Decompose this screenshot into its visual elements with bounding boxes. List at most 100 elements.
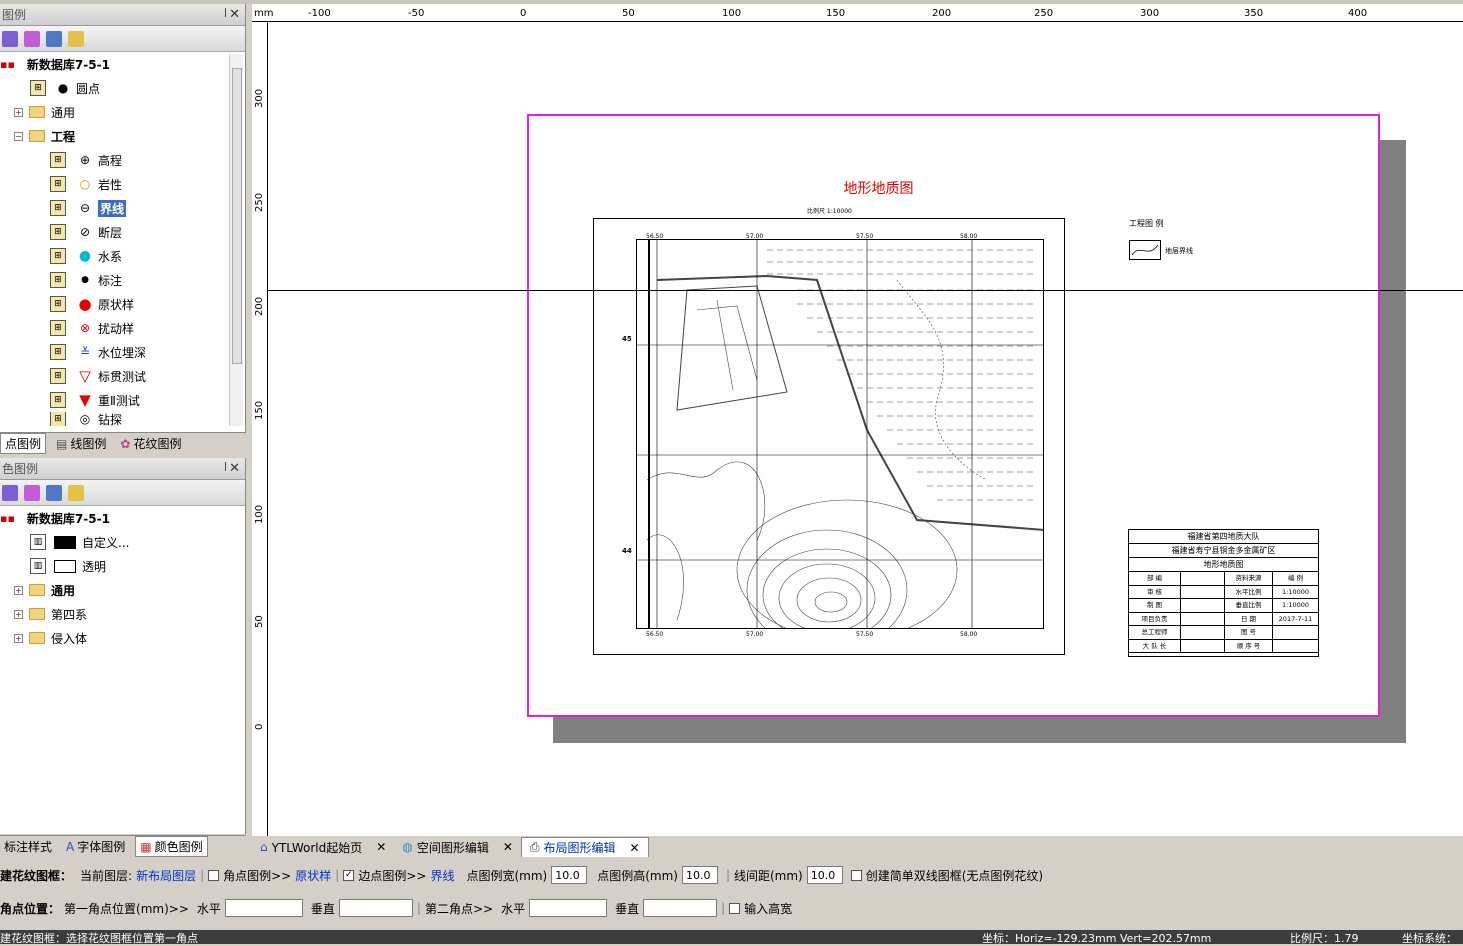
edit-legend-icon[interactable]	[24, 484, 40, 501]
tree-item-transparent[interactable]: ▥ 透明	[30, 556, 106, 576]
tree-item-label[interactable]: ⊞ ● 标注	[50, 270, 122, 290]
layout-canvas[interactable]: 地形地质图 比例尺 1:10000 56.50 57.00 57.50 58.0…	[268, 22, 1463, 836]
grid-label: 56.50	[646, 233, 664, 240]
folder-icon	[29, 632, 45, 644]
title-block-map-name: 地形地质图	[1129, 558, 1318, 572]
expand-icon[interactable]: +	[14, 107, 23, 117]
label: 水位埋深	[98, 345, 147, 360]
tree-item-elevation[interactable]: ⊞ ⊕ 高程	[50, 150, 122, 170]
scrollbar-thumb[interactable]	[232, 68, 242, 364]
tree-root[interactable]: ▪▪ 新数据库7-5-1	[0, 508, 110, 528]
tab-annotation-style[interactable]: 标注样式	[0, 837, 56, 856]
tree-item-dot[interactable]: ⊞ ● 圆点	[30, 78, 100, 98]
tree-item-undisturbed[interactable]: ⊞ ● 原状样	[50, 294, 134, 314]
tree-folder-general[interactable]: + 通用	[14, 102, 75, 122]
color-legend-tree: ▪▪ 新数据库7-5-1 ▥ 自定义... ▥ 透明 + 通用 + 第四系 + 侵入体	[0, 506, 245, 826]
properties-icon[interactable]	[46, 30, 62, 47]
tab-pattern-legend[interactable]: ✿ 花纹图例	[116, 434, 185, 453]
second-h-input[interactable]	[529, 899, 608, 917]
width-input[interactable]	[551, 866, 588, 884]
title-block-project: 福建省寿宁县铜金多金属矿区	[1129, 544, 1318, 558]
tick-label: 400	[1348, 8, 1368, 19]
tree-item-fault[interactable]: ⊞ ⊘ 断层	[50, 222, 122, 242]
tick-label: -50	[408, 8, 425, 19]
tab-point-legend[interactable]: 点图例	[0, 433, 47, 454]
add-legend-icon[interactable]	[2, 484, 18, 501]
expand-icon[interactable]: +	[14, 585, 23, 595]
tick-label: 100	[254, 504, 265, 524]
tick-label: 250	[1034, 8, 1054, 19]
tab-start-page[interactable]: ⌂ YTLWorld起始页 ✕	[252, 837, 394, 857]
first-h-input[interactable]	[224, 899, 303, 917]
close-icon[interactable]: ✕	[630, 841, 640, 855]
font-icon: A	[66, 839, 75, 854]
line-gap-label: 线间距(mm)	[734, 868, 803, 883]
properties-icon[interactable]	[46, 484, 62, 501]
expand-icon[interactable]: +	[14, 609, 23, 619]
corner-legend-checkbox[interactable]	[208, 869, 220, 881]
tree-folder-general[interactable]: + 通用	[14, 580, 75, 600]
folder-icon[interactable]	[68, 30, 84, 47]
legend-item-icon: ⊞	[50, 320, 66, 336]
tree-item-boundary[interactable]: ⊞ ⊖ 界线	[50, 198, 127, 218]
tree-item-lithology[interactable]: ⊞ ○ 岩性	[50, 174, 122, 194]
tree-root[interactable]: ▪▪ 新数据库7-5-1	[0, 54, 110, 74]
tree-item-custom[interactable]: ▥ 自定义...	[30, 532, 129, 552]
edge-legend-value[interactable]: 界线	[430, 867, 454, 884]
tree-item-water-depth[interactable]: ⊞ ≚ 水位埋深	[50, 342, 146, 362]
tree-item-drill[interactable]: ⊞ ◎ 钻探	[50, 412, 122, 426]
close-icon[interactable]: ✕	[503, 840, 513, 854]
database-icon: ▪▪	[0, 511, 15, 525]
label: 断层	[98, 225, 123, 240]
close-icon[interactable]: ✕	[376, 840, 386, 854]
input-wh-checkbox[interactable]	[729, 902, 741, 914]
title-block-cell: 总工程师	[1129, 626, 1181, 639]
title-block-cell: 2017-7-11	[1278, 614, 1313, 623]
tick-label: 100	[722, 8, 742, 19]
cyan-dot-icon: ●	[78, 248, 92, 264]
current-layer-label: 当前图层:	[80, 868, 133, 883]
pin-icon[interactable]: ꟾ	[224, 463, 227, 474]
tree-folder-quaternary[interactable]: + 第四系	[14, 604, 87, 624]
tree-folder-intrusive[interactable]: + 侵入体	[14, 628, 87, 648]
grid-label: 56.50	[646, 631, 664, 638]
tab-color-legend[interactable]: ▦ 颜色图例	[135, 836, 208, 857]
folder-icon[interactable]	[68, 484, 84, 501]
height-input[interactable]	[681, 866, 718, 884]
edit-legend-icon[interactable]	[24, 30, 40, 47]
tree-item-spt[interactable]: ⊞ ▽ 标贯测试	[50, 366, 146, 386]
tree-item-water[interactable]: ⊞ ● 水系	[50, 246, 122, 266]
tab-layout-edit[interactable]: ⎙ 布局图形编辑 ✕	[520, 837, 649, 857]
line-gap-input[interactable]	[806, 866, 843, 884]
tab-line-legend[interactable]: ▤ 线图例	[52, 434, 110, 453]
close-icon[interactable]: ✕	[229, 461, 240, 476]
label: 圆点	[76, 81, 101, 96]
title-block-cell: 审 核	[1129, 585, 1181, 598]
expand-icon[interactable]: +	[14, 633, 23, 643]
tree-item-dpt[interactable]: ⊞ ▼ 重Ⅱ测试	[50, 390, 140, 410]
layout-page[interactable]: 地形地质图 比例尺 1:10000 56.50 57.00 57.50 58.0…	[527, 114, 1380, 717]
tree-item-disturbed[interactable]: ⊞ ⊗ 扰动样	[50, 318, 134, 338]
legend-item-label: 地层界线	[1165, 247, 1193, 255]
scrollbar[interactable]	[229, 54, 243, 426]
collapse-icon[interactable]: −	[14, 131, 23, 141]
pin-icon[interactable]: ꟾ	[224, 9, 227, 20]
second-v-input[interactable]	[643, 899, 718, 917]
add-legend-icon[interactable]	[2, 30, 18, 47]
title-block-cell	[1273, 626, 1318, 639]
label: 字体图例	[77, 840, 126, 854]
tree-folder-engineering[interactable]: − 工程	[14, 126, 75, 146]
tab-spatial-edit[interactable]: ◍ 空间图形编辑 ✕	[394, 837, 521, 857]
current-layer-value[interactable]: 新布局图层	[136, 867, 196, 884]
vertical-ruler: 300 250 200 150 100 50 0	[252, 22, 268, 836]
tab-font-legend[interactable]: A 字体图例	[62, 837, 129, 856]
first-v-input[interactable]	[338, 899, 413, 917]
grid-label: 44	[622, 547, 632, 555]
edge-legend-checkbox[interactable]: ✓	[343, 869, 355, 881]
legend-item-icon: ⊞	[50, 224, 66, 240]
close-icon[interactable]: ✕	[229, 7, 240, 22]
legend-item-icon: ⊞	[50, 368, 66, 384]
corner-legend-value[interactable]: 原状样	[295, 867, 331, 884]
simple-frame-checkbox[interactable]	[850, 869, 862, 881]
tick-label: 150	[254, 400, 265, 420]
